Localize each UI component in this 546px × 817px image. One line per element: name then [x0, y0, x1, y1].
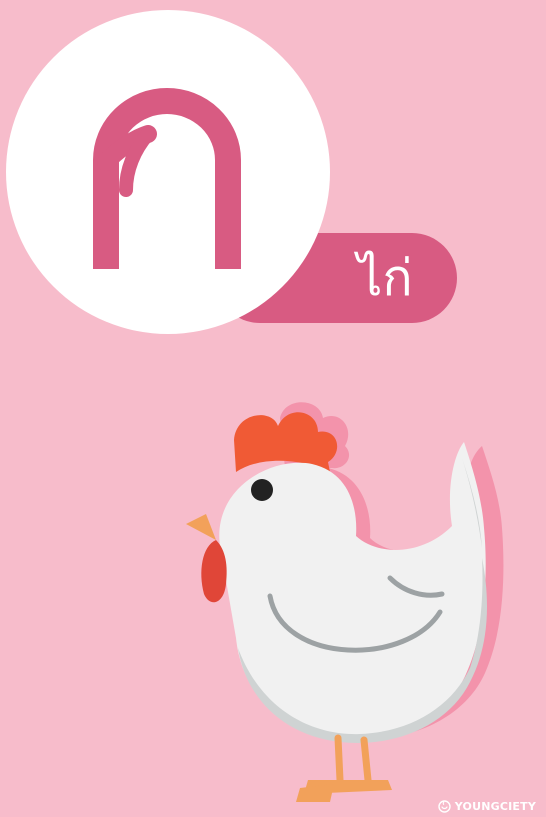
flashcard: ไก่ YOUNGCIETY — [0, 0, 546, 817]
brand-name: YOUNGCIETY — [454, 800, 536, 813]
letter-glyph — [93, 88, 241, 269]
chicken-illustration — [186, 402, 504, 802]
brand-watermark: YOUNGCIETY — [438, 800, 536, 813]
youngciety-logo-icon — [438, 800, 451, 813]
word-label: ไก่ — [357, 249, 413, 307]
